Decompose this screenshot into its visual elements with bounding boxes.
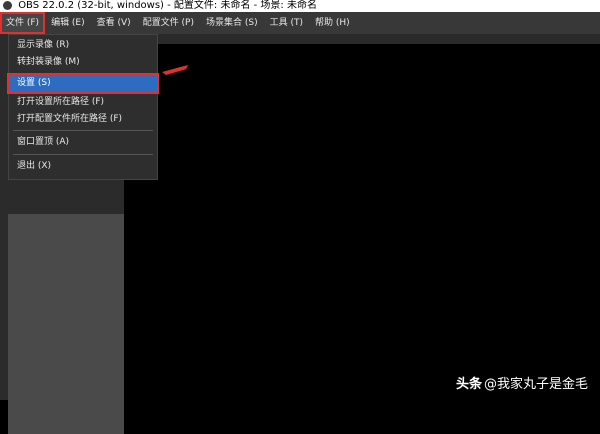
menu-item-remux-recordings[interactable]: 转封装录像 (M)	[9, 54, 157, 71]
menu-edit[interactable]: 编辑 (E)	[45, 12, 91, 34]
watermark-handle: @我家丸子是金毛	[483, 377, 588, 392]
window-title: OBS 22.0.2 (32-bit, windows) - 配置文件: 未命名…	[18, 0, 317, 11]
menu-item-always-on-top[interactable]: 窗口置顶 (A)	[9, 134, 157, 151]
watermark-brand: 头条	[455, 377, 482, 392]
menu-separator	[13, 130, 153, 131]
menu-profile[interactable]: 配置文件 (P)	[137, 12, 200, 34]
menu-item-open-settings-folder[interactable]: 打开设置所在路径 (F)	[9, 94, 157, 111]
menu-file[interactable]: 文件 (F)	[0, 12, 46, 34]
menu-tools[interactable]: 工具 (T)	[264, 12, 309, 34]
preview-canvas[interactable]	[124, 34, 600, 400]
menu-help[interactable]: 帮助 (H)	[309, 12, 356, 34]
menu-item-open-profile-folder[interactable]: 打开配置文件所在路径 (F)	[9, 111, 157, 128]
menubar: 文件 (F) 编辑 (E) 查看 (V) 配置文件 (P) 场景集合 (S) 工…	[0, 12, 600, 34]
annotation-arrow-icon	[162, 65, 190, 75]
scenes-panel	[8, 214, 124, 434]
menu-scene-collection[interactable]: 场景集合 (S)	[200, 12, 264, 34]
menu-item-show-recordings[interactable]: 显示录像 (R)	[9, 37, 157, 54]
file-dropdown-menu: 显示录像 (R) 转封装录像 (M) 设置 (S) 打开设置所在路径 (F) 打…	[7, 34, 159, 180]
preview-top-strip	[124, 34, 600, 44]
watermark: 头条 @我家丸子是金毛	[456, 373, 588, 392]
menu-separator	[13, 73, 153, 74]
menu-view[interactable]: 查看 (V)	[91, 12, 137, 34]
menu-separator	[13, 154, 153, 155]
menu-item-settings[interactable]: 设置 (S)	[7, 73, 159, 94]
window-titlebar: OBS 22.0.2 (32-bit, windows) - 配置文件: 未命名…	[0, 0, 600, 12]
obs-app-icon	[3, 1, 12, 10]
menu-item-exit[interactable]: 退出 (X)	[9, 158, 157, 175]
